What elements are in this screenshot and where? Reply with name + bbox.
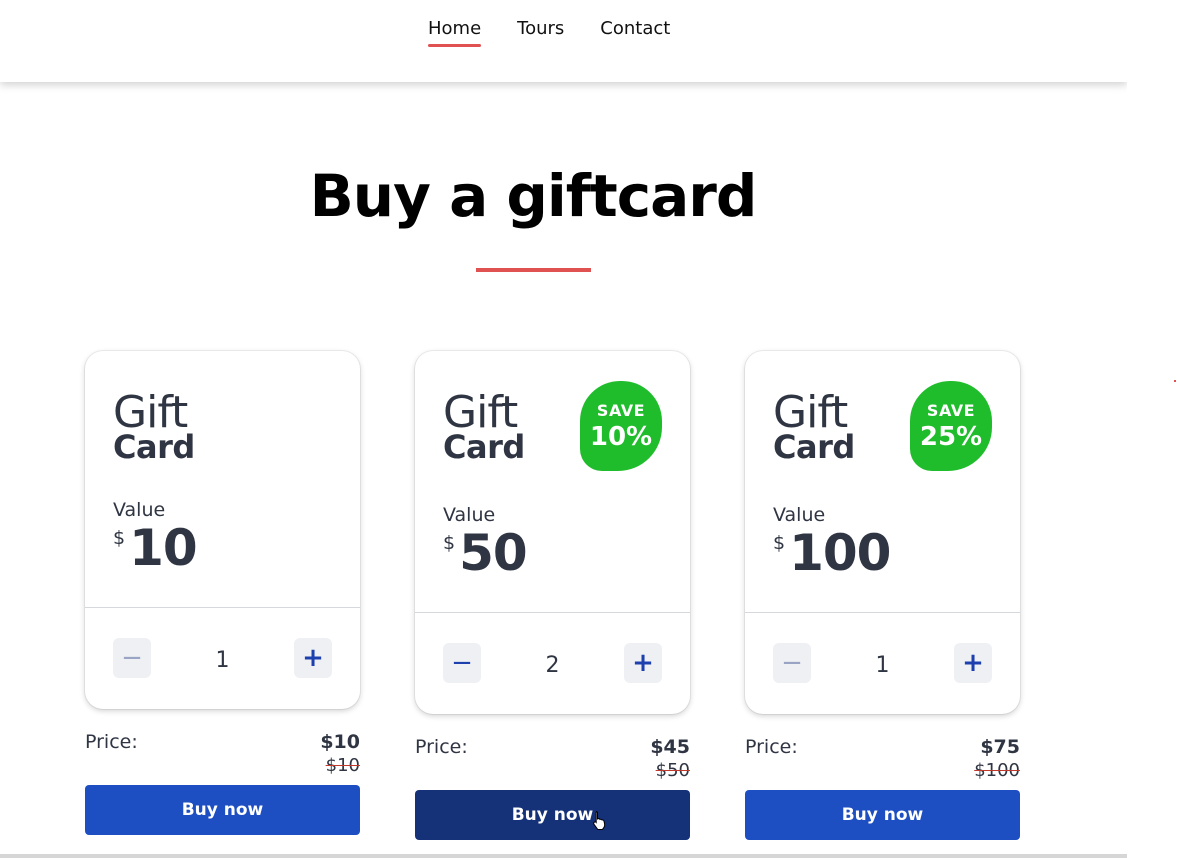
buy-now-button[interactable]: Buy now [745,790,1020,840]
card-divider [85,607,360,608]
page: Home Tours Contact Buy a giftcard Gift C… [0,0,1127,858]
value-label: Value [773,504,826,526]
card-word: Card [773,428,855,466]
price-row: Price: $75 $100 [745,736,1020,781]
save-badge: SAVE 25% [910,381,992,471]
save-badge: SAVE 10% [580,381,662,471]
top-navbar: Home Tours Contact [0,0,1127,82]
giftcard: Gift Card SAVE 25% Value $ 100 − 1 + [745,351,1020,714]
save-label: SAVE [926,401,976,420]
value-amount: $ 100 [773,524,891,582]
giftcard-column: Gift Card SAVE 25% Value $ 100 − 1 + Pri… [745,351,1020,840]
currency-symbol: $ [773,532,786,554]
card-word: Card [113,428,195,466]
value-amount: $ 50 [443,524,528,582]
amount: 50 [459,524,528,582]
price-current: $75 [980,736,1020,758]
page-title: Buy a giftcard [309,162,758,230]
price-current: $10 [320,731,360,753]
buy-now-button[interactable]: Buy now [415,790,690,840]
save-label: SAVE [596,401,646,420]
title-underline [476,268,591,272]
amount: 10 [129,519,198,577]
nav-links: Home Tours Contact [428,18,670,47]
price-row: Price: $45 $50 [415,736,690,781]
price-label: Price: [85,731,138,753]
quantity-increase-button[interactable]: + [294,638,332,678]
nav-item-home[interactable]: Home [428,18,482,47]
price-label: Price: [745,736,798,758]
price-original: $100 [974,760,1020,781]
horizontal-scrollbar[interactable] [0,854,1127,858]
save-percent: 10% [589,422,653,452]
giftcard-title: Gift Card [443,391,525,466]
price-original: $50 [655,760,690,781]
edge-artifact [1174,380,1176,382]
price-label: Price: [415,736,468,758]
giftcard: Gift Card SAVE 10% Value $ 50 − 2 + [415,351,690,714]
price-row: Price: $10 $10 [85,731,360,776]
giftcard: Gift Card Value $ 10 − 1 + [85,351,360,709]
value-label: Value [443,504,496,526]
quantity-increase-button[interactable]: + [624,643,662,683]
hand-pointer-icon [593,811,606,830]
nav-item-contact[interactable]: Contact [600,18,670,45]
quantity-increase-button[interactable]: + [954,643,992,683]
giftcard-title: Gift Card [773,391,855,466]
currency-symbol: $ [443,532,456,554]
giftcard-column: Gift Card Value $ 10 − 1 + Price: $10 $1… [85,351,360,835]
card-divider [745,612,1020,613]
nav-item-tours[interactable]: Tours [517,18,564,45]
giftcard-column: Gift Card SAVE 10% Value $ 50 − 2 + Pric… [415,351,690,840]
value-label: Value [113,499,166,521]
buy-now-button[interactable]: Buy now [85,785,360,835]
amount: 100 [789,524,891,582]
buy-now-label: Buy now [511,805,594,825]
currency-symbol: $ [113,527,126,549]
giftcard-title: Gift Card [113,391,195,466]
card-word: Card [443,428,525,466]
price-original: $10 [325,755,360,776]
save-percent: 25% [919,422,983,452]
value-amount: $ 10 [113,519,198,577]
price-current: $45 [650,736,690,758]
card-divider [415,612,690,613]
